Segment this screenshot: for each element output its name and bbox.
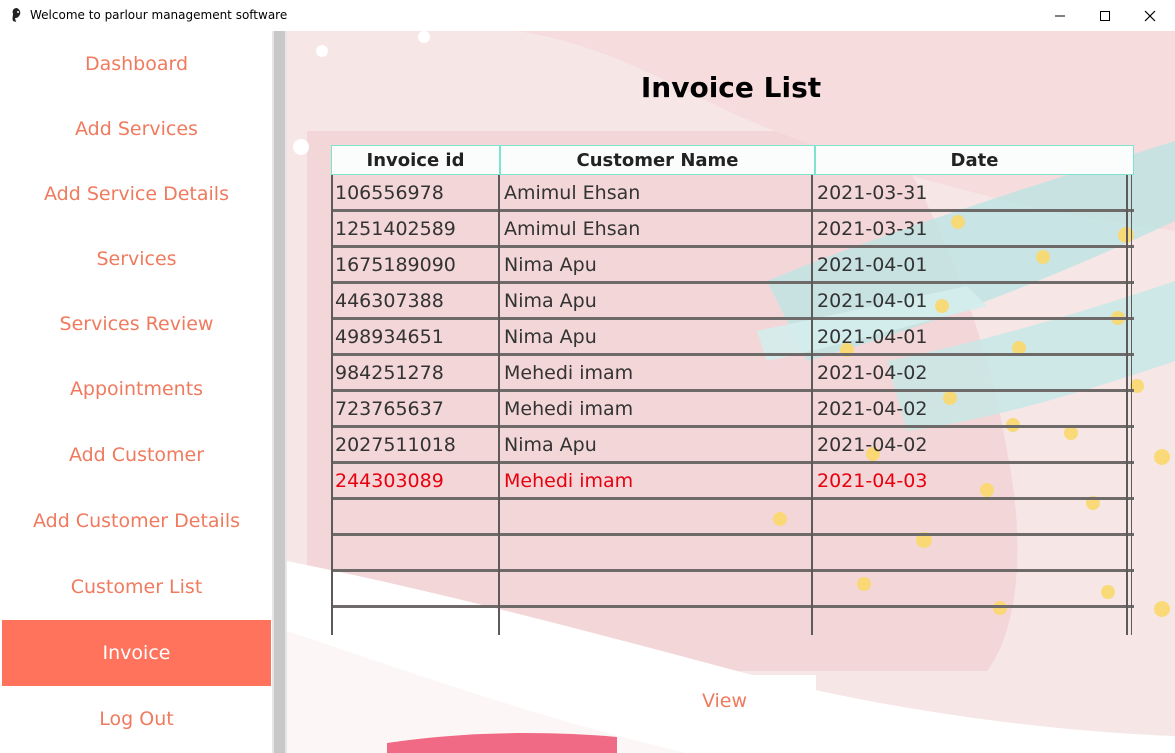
table-row[interactable]: 723765637 Mehedi imam 2021-04-02 xyxy=(331,392,1134,428)
sidebar-item-customer-list[interactable]: Customer List xyxy=(2,555,271,619)
column-divider xyxy=(1131,175,1132,635)
cell-invoice-id: 244303089 xyxy=(335,469,444,492)
column-header-date[interactable]: Date xyxy=(815,145,1134,175)
column-header-customer-name[interactable]: Customer Name xyxy=(500,145,815,175)
scrollbar-thumb[interactable] xyxy=(274,31,285,753)
sidebar-item-label: Add Service Details xyxy=(44,183,229,205)
table-row-empty[interactable] xyxy=(331,608,1134,644)
cell-invoice-id: 1251402589 xyxy=(335,217,456,240)
table-row-selected[interactable]: 244303089 Mehedi imam 2021-04-03 xyxy=(331,464,1134,500)
cell-customer-name: Nima Apu xyxy=(504,325,597,348)
cell-customer-name: Nima Apu xyxy=(504,289,597,312)
cell-invoice-id: 2027511018 xyxy=(335,433,456,456)
table-row[interactable]: 106556978 Amimul Ehsan 2021-03-31 xyxy=(331,176,1134,212)
column-divider xyxy=(1126,175,1128,635)
sidebar-item-label: Log Out xyxy=(99,708,174,730)
close-icon xyxy=(1144,10,1156,21)
table-row[interactable]: 1251402589 Amimul Ehsan 2021-03-31 xyxy=(331,212,1134,248)
table-row[interactable]: 1675189090 Nima Apu 2021-04-01 xyxy=(331,248,1134,284)
table-row-empty[interactable] xyxy=(331,500,1134,536)
cell-customer-name: Nima Apu xyxy=(504,253,597,276)
sidebar-item-dashboard[interactable]: Dashboard xyxy=(2,32,271,96)
cell-date: 2021-04-03 xyxy=(817,469,928,492)
column-divider xyxy=(811,175,813,635)
cell-customer-name: Mehedi imam xyxy=(504,397,634,420)
table-row[interactable]: 498934651 Nima Apu 2021-04-01 xyxy=(331,320,1134,356)
window-titlebar: Welcome to parlour management software xyxy=(0,0,1175,31)
table-row[interactable]: 984251278 Mehedi imam 2021-04-02 xyxy=(331,356,1134,392)
view-button[interactable]: View xyxy=(633,675,816,726)
cell-customer-name: Amimul Ehsan xyxy=(504,181,641,204)
sidebar-item-log-out[interactable]: Log Out xyxy=(2,687,271,751)
cell-invoice-id: 984251278 xyxy=(335,361,444,384)
sidebar-item-label: Services Review xyxy=(59,313,214,335)
sidebar-item-label: Add Customer Details xyxy=(32,510,241,532)
cell-customer-name: Mehedi imam xyxy=(504,469,634,492)
sidebar-item-label: Add Services xyxy=(75,118,198,140)
table-row-empty[interactable] xyxy=(331,536,1134,572)
sidebar-item-label: Customer List xyxy=(70,576,203,598)
cell-customer-name: Amimul Ehsan xyxy=(504,217,641,240)
table-row[interactable]: 446307388 Nima Apu 2021-04-01 xyxy=(331,284,1134,320)
cell-date: 2021-04-02 xyxy=(817,397,928,420)
cell-date: 2021-04-02 xyxy=(817,433,928,456)
cell-invoice-id: 723765637 xyxy=(335,397,444,420)
cell-date: 2021-03-31 xyxy=(817,217,928,240)
maximize-button[interactable] xyxy=(1082,0,1128,31)
sidebar-item-services[interactable]: Services xyxy=(2,227,271,291)
cell-invoice-id: 106556978 xyxy=(335,181,444,204)
sidebar-item-add-customer[interactable]: Add Customer xyxy=(2,423,271,487)
table-row-empty[interactable] xyxy=(331,572,1134,608)
sidebar-item-label: Invoice xyxy=(102,642,171,664)
sidebar: Dashboard Add Services Add Service Detai… xyxy=(0,31,272,753)
cell-customer-name: Mehedi imam xyxy=(504,361,634,384)
sidebar-item-label: Appointments xyxy=(69,378,204,400)
maximize-icon xyxy=(1100,10,1110,21)
sidebar-item-label: Services xyxy=(96,248,177,270)
page-title: Invoice List xyxy=(640,71,822,104)
main-content: Invoice List Invoice id Customer Name Da… xyxy=(287,31,1175,753)
app-icon xyxy=(12,8,21,22)
cell-date: 2021-04-01 xyxy=(817,289,928,312)
sidebar-item-appointments[interactable]: Appointments xyxy=(2,357,271,421)
table-row[interactable]: 2027511018 Nima Apu 2021-04-02 xyxy=(331,428,1134,464)
cell-date: 2021-03-31 xyxy=(817,181,928,204)
cell-date: 2021-04-01 xyxy=(817,325,928,348)
window-title: Welcome to parlour management software xyxy=(30,8,288,22)
cell-customer-name: Nima Apu xyxy=(504,433,597,456)
sidebar-scrollbar[interactable] xyxy=(272,31,287,753)
cell-invoice-id: 446307388 xyxy=(335,289,444,312)
cell-date: 2021-04-02 xyxy=(817,361,928,384)
sidebar-item-label: Add Customer xyxy=(68,444,205,466)
close-button[interactable] xyxy=(1127,0,1173,31)
sidebar-item-services-review[interactable]: Services Review xyxy=(2,292,271,356)
cell-invoice-id: 498934651 xyxy=(335,325,444,348)
sidebar-item-label: Dashboard xyxy=(84,53,189,75)
sidebar-item-add-customer-details[interactable]: Add Customer Details xyxy=(2,489,271,553)
sidebar-item-add-services[interactable]: Add Services xyxy=(2,97,271,161)
column-divider xyxy=(498,175,500,635)
cell-invoice-id: 1675189090 xyxy=(335,253,456,276)
minimize-button[interactable] xyxy=(1037,0,1083,31)
sidebar-item-invoice[interactable]: Invoice xyxy=(2,620,271,686)
column-divider xyxy=(331,175,333,635)
sidebar-item-add-service-details[interactable]: Add Service Details xyxy=(2,162,271,226)
invoice-table[interactable]: Invoice id Customer Name Date 106556978 … xyxy=(331,145,1134,635)
cell-date: 2021-04-01 xyxy=(817,253,928,276)
minimize-icon xyxy=(1055,15,1065,16)
column-header-invoice-id[interactable]: Invoice id xyxy=(331,145,500,175)
